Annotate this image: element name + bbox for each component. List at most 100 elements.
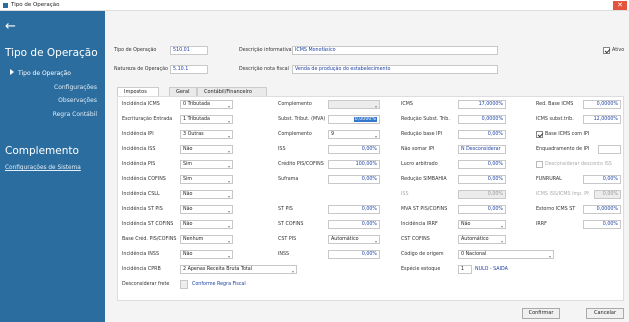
tipo-operacao-input[interactable]: 510.01 [170, 46, 208, 55]
select-value: Sim [183, 162, 193, 167]
iss-input[interactable]: 0,00% [328, 145, 380, 154]
incidencia-ipi-select[interactable]: 3 Outras ▾ [180, 130, 233, 139]
enquadramento-ipi-input[interactable] [598, 145, 621, 154]
chevron-down-icon: ▾ [500, 239, 503, 244]
descricao-nota-input[interactable]: Venda de produção do estabelecimento [292, 65, 498, 74]
incidencia-pis-label: Incidência PIS [122, 162, 156, 167]
incidencia-csll-select[interactable]: Não ▾ [180, 190, 233, 199]
descricao-nota-label: Descrição nota fiscal [239, 67, 289, 72]
window-title: Tipo de Operação [11, 2, 60, 8]
codigo-origem-select[interactable]: 0 Nacional ▾ [458, 250, 554, 259]
incidencia-cprb-label: Incidência CPRB [122, 267, 161, 272]
suframa-input[interactable]: 0,00% [328, 175, 380, 184]
base-cred-pis-cofins-select[interactable]: Nenhum ▾ [180, 235, 233, 244]
incidencia-icms-select[interactable]: 0 Tributada ▾ [180, 100, 233, 109]
select-value: 0 Nacional [461, 252, 487, 257]
chevron-down-icon: ▾ [227, 179, 230, 184]
reducao-simbahia-input[interactable]: 0,00% [458, 175, 506, 184]
nao-somar-ipi-label: Não somar IPI [401, 147, 435, 152]
sidebar-heading: Tipo de Operação [5, 47, 98, 59]
incidencia-st-cofins-select[interactable]: Não ▾ [180, 220, 233, 229]
chevron-down-icon: ▾ [227, 209, 230, 214]
ativo-label: Ativo [612, 48, 625, 53]
cancel-button[interactable]: Cancelar [586, 308, 624, 319]
sidebar-item-observacoes[interactable]: Observações [58, 97, 97, 104]
incidencia-inss-select[interactable]: Não ▾ [180, 250, 233, 259]
nao-somar-ipi-input[interactable]: N Desconsiderar [458, 145, 506, 154]
desconsiderar-frete-code[interactable] [180, 280, 188, 289]
base-icms-ipi-checkbox[interactable] [536, 131, 543, 138]
select-value: 2 Apenas Receita Bruta Total [183, 267, 253, 272]
credito-pis-cofins-input[interactable]: 100,00% [328, 160, 380, 169]
sidebar-link-configuracoes-sistema[interactable]: Configurações de Sistema [5, 165, 81, 171]
incidencia-st-cofins-label: Incidência ST COFINS [122, 222, 174, 227]
incidencia-irrf-select[interactable]: Não ▾ [458, 220, 506, 229]
icms-iss-label: ICMS ISS/ICMS Imp. Pf. [536, 192, 591, 197]
sidebar-item-regra-contabil[interactable]: Regra Contábil [53, 111, 97, 118]
sidebar-item-tipo-operacao[interactable]: Tipo de Operação [10, 69, 71, 77]
reducao-base-ipi-input[interactable]: 0,00% [458, 130, 506, 139]
complemento2-select[interactable]: 9 ▾ [328, 130, 380, 139]
incidencia-cprb-select[interactable]: 2 Apenas Receita Bruta Total ▾ [180, 265, 297, 274]
incidencia-cofins-select[interactable]: Sim ▾ [180, 175, 233, 184]
mva-st-pis-cofins-input[interactable]: 0,00% [458, 205, 506, 214]
red-base-icms-input[interactable]: 0,0000% [583, 100, 621, 109]
icms-iss-input: 0,00% [594, 190, 621, 199]
tab-contabil-financeiro[interactable]: Contábil/Financeiro [197, 87, 267, 96]
icms-subst-trib-input[interactable]: 12,0000% [583, 115, 621, 124]
ativo-checkbox[interactable] [603, 47, 610, 54]
st-pis-input[interactable]: 0,00% [328, 205, 380, 214]
irrf-input[interactable]: 0,00% [583, 220, 621, 229]
back-arrow-icon[interactable]: ← [5, 20, 16, 33]
chevron-down-icon: ▾ [227, 239, 230, 244]
base-cred-pis-cofins-label: Base Créd. PIS/COFINS [122, 237, 177, 242]
iss2-label: ISS [401, 192, 409, 197]
cst-cofins-select[interactable]: Automático ▾ [458, 235, 506, 244]
incidencia-iss-select[interactable]: Não ▾ [180, 145, 233, 154]
incidencia-pis-select[interactable]: Sim ▾ [180, 160, 233, 169]
estorno-icms-st-input[interactable]: 0,0000% [583, 205, 621, 214]
base-icms-ipi-label: Base ICMS com IPI [545, 132, 590, 137]
lucro-arbitrado-input[interactable]: 0,00% [458, 160, 506, 169]
select-value: Automático [461, 237, 489, 242]
chevron-down-icon: ▾ [374, 239, 377, 244]
confirm-button[interactable]: Confirmar [522, 308, 560, 319]
incidencia-iss-label: Incidência ISS [122, 147, 156, 152]
inss-input[interactable]: 0,00% [328, 250, 380, 259]
subst-tribut-mva-input[interactable]: 0,0000% [328, 115, 380, 124]
reducao-subst-trib-input[interactable]: 0,0000% [458, 115, 506, 124]
icms-input[interactable]: 17,0000% [458, 100, 506, 109]
red-base-icms-label: Red. Base ICMS [536, 102, 574, 107]
chevron-down-icon: ▾ [500, 224, 503, 229]
descricao-informativa-label: Descrição informativa [239, 48, 292, 53]
natureza-operacao-input[interactable]: 5.10.1 [170, 65, 208, 74]
main-area: Tipo de Operação 510.01 Descrição inform… [105, 11, 629, 322]
subst-tribut-mva-label: Subst. Tribut. (MVA) [278, 117, 326, 122]
st-cofins-input[interactable]: 0,00% [328, 220, 380, 229]
chevron-down-icon: ▾ [227, 254, 230, 259]
funrural-input[interactable]: 0,00% [583, 175, 621, 184]
incidencia-csll-label: Incidência CSLL [122, 192, 160, 197]
sidebar-item-configuracoes[interactable]: Configurações [54, 84, 97, 91]
cst-cofins-label: CST COFINS [401, 237, 430, 242]
especie-estoque-label: Espécie estoque [401, 267, 441, 272]
select-value: 1 Tributada [183, 117, 210, 122]
incidencia-irrf-label: Incidência IRRF [401, 222, 438, 227]
escrituracao-entrada-select[interactable]: 1 Tributada ▾ [180, 115, 233, 124]
chevron-down-icon: ▾ [374, 134, 377, 139]
cst-pis-select[interactable]: Automático ▾ [328, 235, 380, 244]
select-value: Nenhum [183, 237, 204, 242]
complemento2-label: Complemento [278, 132, 312, 137]
close-icon[interactable]: ✕ [613, 1, 627, 10]
especie-estoque-code[interactable]: 1 [458, 265, 472, 274]
icms-label: ICMS [401, 102, 413, 107]
descricao-informativa-input[interactable]: ICMS Monofásico [292, 46, 498, 55]
suframa-label: Suframa [278, 177, 299, 182]
iss-label: ISS [278, 147, 286, 152]
complemento-select[interactable]: ▾ [328, 100, 380, 109]
irrf-label: IRRF [536, 222, 547, 227]
tab-geral[interactable]: Geral [169, 87, 197, 96]
incidencia-st-pis-select[interactable]: Não ▾ [180, 205, 233, 214]
chevron-down-icon: ▾ [227, 224, 230, 229]
select-value: Automático [331, 237, 359, 242]
